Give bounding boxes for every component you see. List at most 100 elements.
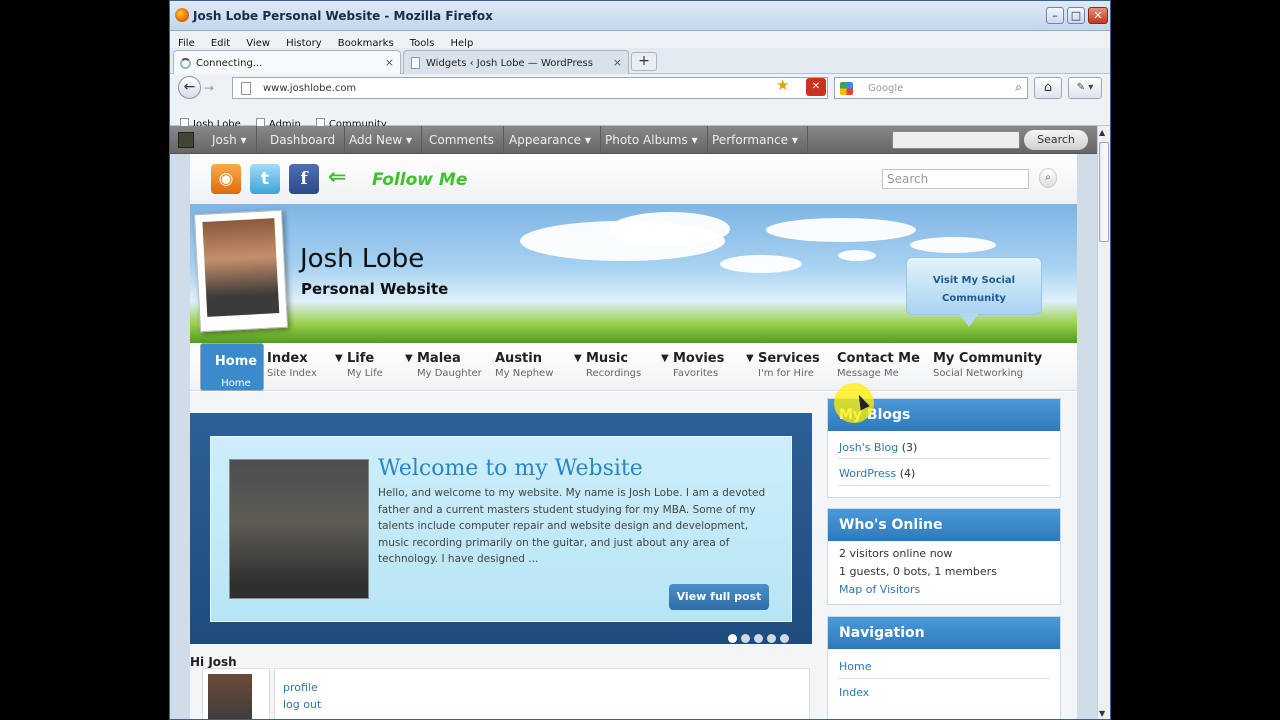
bookmark-star-icon[interactable]: ★ (776, 76, 789, 94)
nav-index[interactable]: Index Site Index (267, 343, 317, 391)
rss-icon[interactable]: ◉ (211, 164, 241, 194)
slider-pagination (728, 628, 793, 647)
forward-button[interactable]: → (204, 81, 214, 95)
minimize-button[interactable]: – (1046, 7, 1064, 24)
cloud-shape (610, 212, 730, 246)
nav-music[interactable]: ▼ Music Recordings (574, 343, 641, 391)
new-tab-button[interactable]: + (631, 52, 657, 71)
admin-user-menu[interactable]: Josh ▾ (203, 126, 257, 154)
slide-dot-5[interactable] (780, 634, 789, 643)
nav-my-community[interactable]: My Community Social Networking (933, 343, 1042, 391)
admin-performance[interactable]: Performance ▾ (703, 126, 808, 154)
facebook-icon[interactable]: f (289, 164, 319, 194)
arrow-left-icon: ⇐ (328, 165, 347, 190)
logout-link[interactable]: log out (283, 698, 321, 711)
blog-item[interactable]: WordPress (4) (828, 459, 1060, 485)
admin-add-new[interactable]: Add New ▾ (340, 126, 423, 154)
url-bar[interactable]: www.joshlobe.com (232, 77, 828, 99)
slide-dot-4[interactable] (767, 634, 776, 643)
widget-navigation: Navigation Home Index (827, 616, 1061, 719)
close-window-button[interactable]: ✕ (1088, 7, 1108, 24)
profile-photo (193, 209, 289, 333)
nav-life[interactable]: ▼ Life My Life (335, 343, 383, 391)
stop-button[interactable]: ✕ (806, 78, 826, 96)
menu-bar: File Edit View History Bookmarks Tools H… (170, 31, 1110, 49)
vertical-scrollbar[interactable]: ▲ ▼ (1097, 126, 1110, 719)
slide-photo (229, 459, 369, 599)
wp-admin-bar: Josh ▾ Dashboard Add New ▾ Comments Appe… (170, 126, 1097, 154)
google-icon[interactable] (840, 82, 853, 95)
view-full-post-button[interactable]: View full post (669, 584, 769, 610)
widget-nav-index[interactable]: Index (828, 679, 1060, 699)
admin-appearance[interactable]: Appearance ▾ (500, 126, 601, 154)
close-tab-icon[interactable]: × (613, 56, 622, 69)
admin-photo-albums[interactable]: Photo Albums ▾ (596, 126, 708, 154)
slide-dot-2[interactable] (741, 634, 750, 643)
blog-item[interactable]: Josh's Blog (3) (828, 431, 1060, 458)
scroll-up-icon[interactable]: ▲ (1099, 128, 1105, 137)
cloud-shape (766, 218, 916, 242)
nav-services[interactable]: ▼ Services I'm for Hire (746, 343, 820, 391)
scroll-thumb[interactable] (1099, 142, 1109, 242)
site-search-input[interactable]: Search (882, 169, 1029, 189)
cloud-shape (838, 250, 876, 261)
bookmarks-toolbar: Josh Lobe Admin Community (170, 102, 1110, 130)
page-icon (241, 82, 251, 95)
window-title: Josh Lobe Personal Website - Mozilla Fir… (193, 9, 493, 23)
twitter-icon[interactable]: t (250, 164, 280, 194)
chevron-down-icon: ▼ (574, 353, 582, 364)
social-community-bubble[interactable]: Visit My Social Community (906, 257, 1042, 327)
slide-dot-1[interactable] (728, 634, 737, 643)
main-navigation: Home Home Index Site Index ▼ Life My Life ▼ M… (190, 343, 1077, 391)
admin-search-input[interactable] (892, 131, 1020, 149)
avatar[interactable] (178, 132, 194, 148)
search-icon[interactable]: ⌕ (1039, 168, 1057, 188)
nav-austin[interactable]: Austin My Nephew (495, 343, 553, 391)
chevron-down-icon: ▼ (335, 353, 343, 364)
chevron-down-icon: ▼ (661, 353, 669, 364)
cloud-shape (720, 255, 802, 273)
online-count: 2 visitors online now (839, 547, 953, 560)
tab-label: Widgets ‹ Josh Lobe — WordPress (426, 58, 593, 69)
site-subtitle: Personal Website (301, 280, 449, 298)
widget-nav-home[interactable]: Home (828, 649, 1060, 678)
browser-window: Josh Lobe Personal Website - Mozilla Fir… (169, 0, 1111, 720)
nav-home[interactable]: Home Home (200, 343, 264, 391)
map-of-visitors-link[interactable]: Map of Visitors (828, 578, 1060, 596)
profile-link[interactable]: profile (283, 681, 318, 694)
admin-search-button[interactable]: Search (1024, 130, 1088, 150)
tab-label: Connecting... (196, 58, 263, 69)
tab-widgets[interactable]: Widgets ‹ Josh Lobe — WordPress × (403, 50, 629, 74)
addon-button[interactable]: ✎ ▾ (1068, 77, 1102, 99)
widget-title: Navigation (828, 617, 1060, 649)
chevron-down-icon: ▼ (405, 353, 413, 364)
nav-movies[interactable]: ▼ Movies Favorites (661, 343, 724, 391)
navigation-toolbar: ← → www.joshlobe.com ★ ✕ Google ⌕ ⌂ ✎ ▾ (170, 74, 1110, 102)
title-bar: Josh Lobe Personal Website - Mozilla Fir… (170, 1, 1110, 31)
search-placeholder: Google (868, 83, 904, 94)
loading-spinner-icon (180, 58, 191, 69)
maximize-button[interactable]: □ (1067, 7, 1085, 24)
url-text: www.joshlobe.com (263, 83, 357, 94)
user-links-box: profile log out (274, 668, 810, 719)
header-banner: Josh Lobe Personal Website Visit My Soci… (190, 204, 1077, 343)
nav-malea[interactable]: ▼ Malea My Daughter (405, 343, 482, 391)
scroll-down-icon[interactable]: ▼ (1099, 709, 1105, 718)
admin-dashboard[interactable]: Dashboard (261, 126, 346, 154)
site-name: Josh Lobe (300, 244, 425, 274)
search-icon[interactable]: ⌕ (1015, 80, 1022, 95)
slide-title[interactable]: Welcome to my Website (378, 456, 643, 481)
back-button[interactable]: ← (178, 76, 201, 99)
user-avatar (202, 668, 270, 719)
slide-card: Welcome to my Website Hello, and welcome… (210, 436, 792, 622)
site-page: ◉ t f ⇐ Follow Me Search ⌕ Josh Lobe Per… (190, 154, 1077, 719)
home-button[interactable]: ⌂ (1034, 77, 1062, 99)
google-search-box[interactable]: Google ⌕ (834, 77, 1028, 99)
close-tab-icon[interactable]: × (385, 56, 394, 69)
follow-me-label: Follow Me (372, 170, 468, 190)
greeting: Hi Josh (190, 655, 237, 669)
widget-whos-online: Who's Online 2 visitors online now 1 gue… (827, 508, 1061, 605)
slide-dot-3[interactable] (754, 634, 763, 643)
tab-joshlobe[interactable]: Connecting... × (173, 50, 401, 74)
admin-comments[interactable]: Comments (420, 126, 505, 154)
